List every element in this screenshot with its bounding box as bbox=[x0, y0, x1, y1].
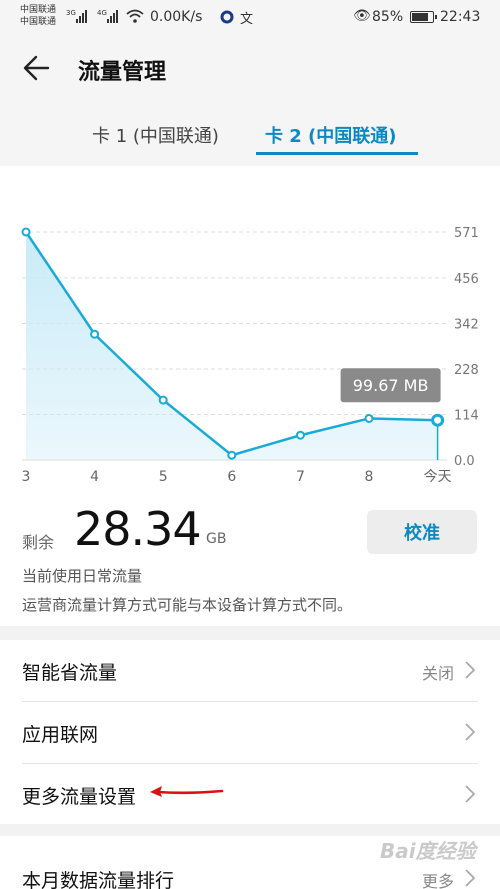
x-tick-label: 4 bbox=[90, 469, 99, 485]
eye-comfort-icon: 👁 bbox=[353, 8, 371, 24]
more-settings-row[interactable]: 更多流量设置 bbox=[0, 764, 500, 825]
remaining-label: 剩余 bbox=[22, 533, 55, 552]
watermark: Bai度经验 bbox=[380, 839, 476, 863]
data-point bbox=[21, 227, 31, 237]
smart-saver-label: 智能省流量 bbox=[22, 662, 118, 684]
calibrate-button[interactable]: 校准 bbox=[367, 510, 477, 554]
x-tick-label: 5 bbox=[159, 469, 168, 485]
network-speed: 0.00K/s bbox=[150, 9, 203, 25]
notification-app-icon: 文 bbox=[240, 12, 254, 27]
back-arrow-icon[interactable] bbox=[18, 48, 58, 88]
page-title: 流量管理 bbox=[78, 60, 167, 85]
network-type-2: 4G bbox=[97, 9, 107, 17]
chevron-right-icon bbox=[465, 785, 476, 803]
signal-icon-2 bbox=[107, 9, 118, 23]
wifi-icon bbox=[126, 9, 144, 23]
chevron-right-icon bbox=[465, 723, 476, 741]
data-point bbox=[158, 395, 168, 405]
data-plan-note: 当前使用日常流量 bbox=[22, 567, 143, 585]
notification-ring-icon bbox=[220, 10, 234, 24]
tab-sim-1[interactable]: 卡 1 (中国联通) bbox=[92, 122, 219, 148]
usage-chart: 0.01142283424565713 4 5 6 7 8 今天99.67 MB bbox=[21, 226, 479, 485]
battery-percent: 85% bbox=[372, 9, 404, 25]
data-point bbox=[364, 413, 374, 423]
x-tick-label: 8 bbox=[365, 469, 374, 485]
clock: 22:43 bbox=[440, 9, 481, 25]
y-tick-label: 114 bbox=[454, 408, 479, 423]
more-settings-label: 更多流量设置 bbox=[22, 786, 137, 808]
carrier-labels: 中国联通 中国联通 bbox=[20, 4, 56, 28]
x-tick-label: 6 bbox=[227, 469, 236, 485]
tooltip-label: 99.67 MB bbox=[353, 376, 429, 395]
x-tick-label: 7 bbox=[296, 469, 305, 485]
y-tick-label: 228 bbox=[454, 363, 479, 378]
red-arrow-annotation bbox=[150, 786, 224, 797]
data-point bbox=[295, 430, 305, 440]
chevron-right-icon bbox=[465, 661, 476, 679]
x-tick-label: 3 bbox=[22, 469, 31, 485]
remaining-value: 28.34 bbox=[74, 502, 202, 556]
signal-icon-1 bbox=[76, 9, 87, 23]
ranking-more[interactable]: 更多 bbox=[422, 868, 454, 889]
app-header: 流量管理 卡 1 (中国联通) 卡 2 (中国联通) bbox=[0, 34, 500, 166]
smart-saver-value: 关闭 bbox=[421, 664, 454, 683]
carrier-2: 中国联通 bbox=[20, 17, 57, 27]
y-tick-label: 456 bbox=[454, 272, 479, 287]
active-tab-indicator bbox=[256, 152, 418, 155]
status-bar: 中国联通 中国联通 3G 4G 0.00K/s 文 👁 85% 22:43 bbox=[0, 0, 500, 34]
y-tick-label: 0.0 bbox=[454, 454, 475, 469]
y-tick-label: 571 bbox=[454, 226, 479, 241]
settings-list: 智能省流量 关闭 应用联网 更多流量设置 bbox=[0, 640, 500, 824]
usage-area bbox=[26, 232, 438, 460]
app-network-label: 应用联网 bbox=[22, 724, 99, 746]
network-type-1: 3G bbox=[66, 9, 76, 17]
chevron-right-icon bbox=[465, 869, 476, 887]
ranking-label: 本月数据流量排行 bbox=[22, 870, 175, 889]
data-point bbox=[90, 329, 100, 339]
data-point bbox=[431, 413, 445, 427]
carrier-disclaimer: 运营商流量计算方式可能与本设备计算方式不同。 bbox=[22, 596, 353, 614]
battery-icon bbox=[410, 11, 437, 23]
tab-sim-2[interactable]: 卡 2 (中国联通) bbox=[265, 122, 397, 148]
remaining-unit: GB bbox=[206, 531, 227, 547]
y-tick-label: 342 bbox=[454, 317, 479, 332]
app-network-row[interactable]: 应用联网 bbox=[0, 702, 500, 763]
carrier-1: 中国联通 bbox=[20, 5, 57, 15]
data-point bbox=[227, 450, 237, 460]
smart-saver-row[interactable]: 智能省流量 关闭 bbox=[0, 640, 500, 701]
x-tick-label: 今天 bbox=[424, 469, 452, 485]
usage-card: 0.0 114 228 342 456 571 3 4 5 6 7 8 今天 99.67 MB 剩余 28… bbox=[0, 166, 500, 626]
